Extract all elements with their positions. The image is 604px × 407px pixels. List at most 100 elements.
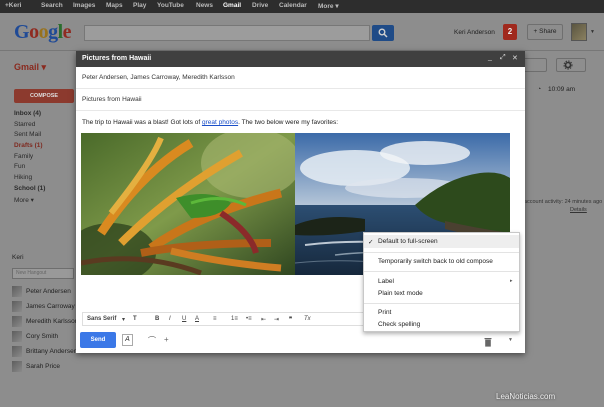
topbar-link-gmail[interactable]: Gmail	[223, 2, 241, 9]
chat-owner[interactable]: Keri	[12, 254, 78, 268]
body-text: The trip to Hawaii was a blast! Got lots…	[82, 119, 202, 126]
recipients: Peter Andersen, James Carroway, Meredith…	[82, 74, 235, 81]
sidebar-item-drafts[interactable]: Drafts (1)	[14, 142, 45, 153]
indent-less-button[interactable]: ⇤	[261, 316, 266, 323]
google-logo[interactable]: Google	[14, 21, 72, 44]
message-body[interactable]: The trip to Hawaii was a blast! Got lots…	[82, 119, 338, 126]
sidebar-item-more[interactable]: More ▾	[14, 196, 45, 207]
chat-contacts: Keri New Hangout Peter Andersen James Ca…	[12, 254, 78, 376]
menu-item-check-spelling[interactable]: Check spelling	[378, 321, 420, 328]
remove-formatting-button[interactable]: Tx	[304, 316, 311, 322]
menu-item-default-fullscreen[interactable]: Default to full-screen	[378, 238, 438, 245]
sidebar-item-hiking[interactable]: Hiking	[14, 174, 45, 185]
compose-button[interactable]: COMPOSE	[14, 89, 74, 103]
sidebar-item-school[interactable]: School (1)	[14, 185, 45, 196]
sidebar-item-inbox[interactable]: Inbox (4)	[14, 110, 45, 121]
avatar	[12, 316, 22, 327]
contact-item[interactable]: James Carroway	[12, 301, 78, 316]
menu-item-label[interactable]: Label	[378, 278, 394, 285]
gear-icon	[563, 60, 573, 70]
italic-button[interactable]: I	[169, 316, 171, 322]
gmail-menu[interactable]: Gmail ▾	[14, 62, 46, 73]
topbar-link-youtube[interactable]: YouTube	[157, 2, 184, 9]
plus-icon[interactable]: +	[164, 335, 169, 344]
menu-divider	[364, 303, 519, 304]
notification-badge[interactable]: 2	[503, 24, 517, 40]
compose-title: Pictures from Hawaii	[82, 55, 152, 62]
topbar-link-search[interactable]: Search	[41, 2, 63, 9]
topbar-link-images[interactable]: Images	[73, 2, 95, 9]
account-name[interactable]: Keri Anderson	[454, 29, 495, 36]
font-size-button[interactable]: T	[133, 316, 137, 322]
sidebar-nav: Inbox (4) Starred Sent Mail Drafts (1) F…	[14, 110, 45, 206]
contact-item[interactable]: Cory Smith	[12, 331, 78, 346]
bulleted-list-button[interactable]: •≡	[246, 316, 252, 322]
account-avatar[interactable]	[571, 23, 587, 41]
contact-item[interactable]: Peter Andersen	[12, 286, 78, 301]
subject-text: Pictures from Hawaii	[82, 96, 142, 103]
clock-icon: ◔	[537, 86, 542, 93]
great-photos-link[interactable]: great photos	[202, 119, 238, 126]
sidebar-item-fun[interactable]: Fun	[14, 163, 45, 174]
trash-icon[interactable]	[484, 334, 492, 352]
current-time: 10:09 am	[548, 86, 576, 93]
avatar	[12, 331, 22, 342]
hangout-search-input[interactable]: New Hangout	[12, 268, 74, 279]
subject-field[interactable]: Pictures from Hawaii	[76, 89, 525, 111]
sidebar-item-starred[interactable]: Starred	[14, 121, 45, 132]
formatting-options-button[interactable]: A	[122, 334, 133, 346]
search-button[interactable]	[372, 25, 394, 41]
topbar-link-more[interactable]: More ▾	[318, 2, 339, 10]
text-color-button[interactable]: A	[195, 316, 199, 322]
body-text: . The two below were my favorites:	[238, 119, 339, 126]
more-options-caret[interactable]: ▼	[508, 337, 513, 343]
to-field[interactable]: Peter Andersen, James Carroway, Meredith…	[76, 67, 525, 89]
bold-button[interactable]: B	[155, 316, 159, 322]
minimize-icon[interactable]: _	[488, 54, 492, 61]
compose-titlebar[interactable]: Pictures from Hawaii _ ⤢ ✕	[76, 51, 525, 67]
numbered-list-button[interactable]: 1≡	[231, 316, 238, 322]
send-button[interactable]: Send	[80, 332, 116, 348]
align-button[interactable]: ≡	[213, 316, 217, 322]
topbar-link-play[interactable]: Play	[133, 2, 146, 9]
topbar-link-plus[interactable]: +Keri	[5, 2, 21, 9]
avatar	[12, 286, 22, 297]
fullscreen-icon[interactable]: ⤢	[500, 54, 506, 62]
google-bar: +Keri Search Images Maps Play YouTube Ne…	[0, 0, 604, 13]
font-dropdown-caret[interactable]: ▾	[122, 316, 125, 323]
submenu-arrow-icon: ▸	[510, 278, 513, 284]
view-toggle-button[interactable]	[523, 58, 547, 72]
search-input[interactable]	[84, 25, 370, 41]
contact-item[interactable]: Meredith Karlsson	[12, 316, 78, 331]
menu-divider	[364, 271, 519, 272]
menu-item-old-compose[interactable]: Temporarily switch back to old compose	[378, 258, 493, 265]
settings-button[interactable]	[556, 58, 586, 72]
menu-item-print[interactable]: Print	[378, 309, 391, 316]
details-link[interactable]: Details	[570, 207, 587, 213]
topbar-link-news[interactable]: News	[196, 2, 213, 9]
topbar-link-calendar[interactable]: Calendar	[279, 2, 307, 9]
sidebar-item-family[interactable]: Family	[14, 153, 45, 164]
share-button[interactable]: + Share	[527, 24, 563, 40]
checkmark-icon: ✓	[368, 239, 374, 246]
menu-item-plain-text[interactable]: Plain text mode	[378, 290, 423, 297]
topbar-link-drive[interactable]: Drive	[252, 2, 268, 9]
contact-item[interactable]: Sarah Price	[12, 361, 78, 376]
underline-button[interactable]: U	[182, 316, 186, 322]
account-activity: Last account activity: 24 minutes ago	[512, 199, 603, 205]
avatar	[12, 361, 22, 372]
close-icon[interactable]: ✕	[512, 54, 518, 62]
indent-more-button[interactable]: ⇥	[274, 316, 279, 323]
contact-item[interactable]: Brittany Andersen	[12, 346, 78, 361]
chevron-down-icon[interactable]: ▼	[590, 29, 595, 35]
quote-button[interactable]: ❞	[289, 316, 292, 323]
font-family-select[interactable]: Sans Serif	[87, 316, 116, 322]
menu-divider	[364, 252, 519, 253]
avatar	[12, 301, 22, 312]
photo-flower[interactable]	[81, 133, 295, 275]
avatar	[12, 346, 22, 357]
sidebar-item-sent[interactable]: Sent Mail	[14, 131, 45, 142]
topbar-link-maps[interactable]: Maps	[106, 2, 123, 9]
paperclip-icon[interactable]: ⌒	[148, 335, 156, 346]
more-options-menu: ✓ Default to full-screen Temporarily swi…	[363, 232, 520, 332]
